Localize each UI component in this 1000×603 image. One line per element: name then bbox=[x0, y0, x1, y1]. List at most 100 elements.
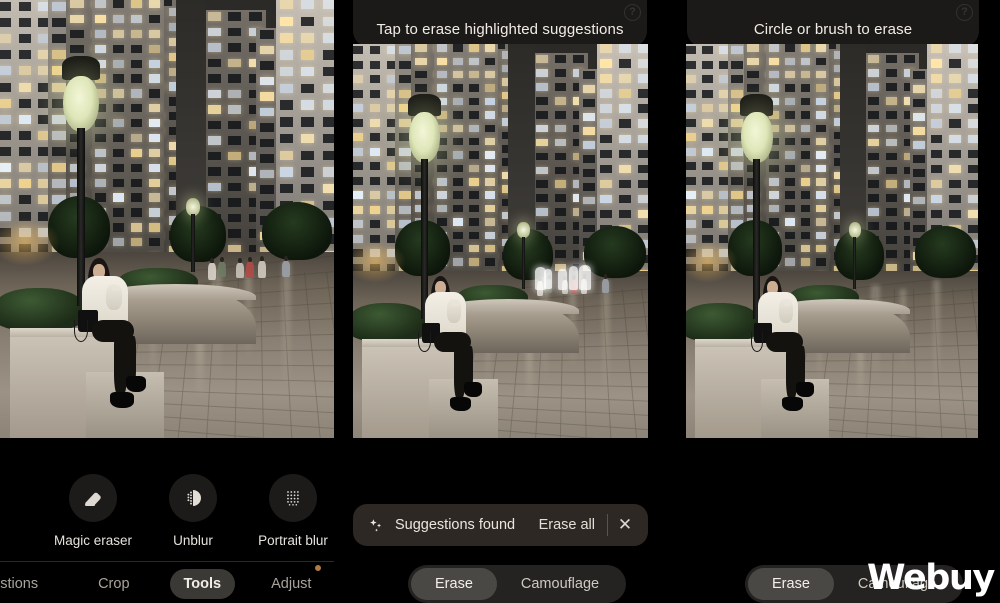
erase-suggestion-highlight[interactable] bbox=[568, 266, 579, 291]
tool-portrait-blur[interactable]: Portrait blur bbox=[258, 474, 328, 548]
window bbox=[113, 89, 125, 98]
tool-portrait-blur-circle[interactable] bbox=[269, 474, 317, 522]
window bbox=[600, 119, 612, 128]
window bbox=[279, 150, 294, 161]
window bbox=[51, 2, 66, 12]
window bbox=[369, 46, 381, 55]
window bbox=[301, 33, 315, 43]
window bbox=[800, 218, 811, 226]
close-icon[interactable]: ✕ bbox=[608, 504, 642, 546]
window bbox=[731, 60, 744, 69]
window bbox=[113, 193, 125, 202]
photo-preview-original[interactable] bbox=[0, 0, 334, 438]
erase-suggestion-highlight[interactable] bbox=[579, 265, 591, 291]
window bbox=[228, 74, 242, 83]
tool-unblur-circle[interactable] bbox=[169, 474, 217, 522]
tab-crop[interactable]: Crop bbox=[84, 569, 143, 599]
tab-crop-label: Crop bbox=[98, 576, 130, 592]
middle-panel: ? Tap to erase highlighted suggestions S… bbox=[340, 0, 660, 603]
window bbox=[637, 179, 648, 189]
tab-suggestions[interactable]: ggestions bbox=[0, 569, 52, 599]
window bbox=[453, 231, 463, 240]
window bbox=[437, 151, 447, 159]
window bbox=[554, 236, 567, 245]
erase-all-button[interactable]: Erase all bbox=[527, 517, 607, 533]
person-body bbox=[258, 261, 266, 278]
paving-line bbox=[913, 288, 922, 438]
window bbox=[0, 2, 12, 12]
window bbox=[228, 89, 242, 99]
photo-preview-suggestions[interactable] bbox=[353, 44, 648, 438]
window bbox=[637, 59, 648, 68]
window bbox=[149, 0, 161, 9]
window bbox=[784, 244, 795, 253]
tabbar-divider bbox=[0, 561, 334, 562]
window bbox=[207, 27, 221, 37]
lamp-globe bbox=[408, 112, 441, 163]
window bbox=[207, 58, 221, 68]
window bbox=[484, 124, 495, 132]
window bbox=[554, 82, 567, 91]
window bbox=[637, 74, 648, 83]
photo-preview-erased[interactable] bbox=[686, 44, 978, 438]
window bbox=[582, 126, 595, 135]
erase-suggestion-highlight[interactable] bbox=[557, 268, 567, 291]
window bbox=[784, 57, 795, 66]
storefront-glow bbox=[686, 240, 739, 284]
window bbox=[279, 83, 294, 94]
window bbox=[484, 137, 495, 146]
window bbox=[279, 0, 294, 10]
middle-mode-camouflage[interactable]: Camouflage bbox=[497, 568, 623, 600]
window bbox=[228, 151, 242, 161]
right-mode-erase[interactable]: Erase bbox=[748, 568, 834, 600]
window bbox=[131, 178, 143, 187]
window bbox=[95, 29, 107, 39]
window bbox=[913, 126, 926, 135]
window bbox=[131, 163, 143, 172]
tab-tools[interactable]: Tools bbox=[169, 569, 236, 599]
window bbox=[582, 168, 595, 177]
tool-magic-eraser-circle[interactable] bbox=[69, 474, 117, 522]
window bbox=[867, 180, 879, 189]
window bbox=[536, 110, 548, 119]
window bbox=[536, 180, 548, 189]
window bbox=[113, 0, 125, 9]
window bbox=[885, 152, 897, 161]
window bbox=[600, 134, 612, 143]
window bbox=[95, 119, 107, 128]
hedge bbox=[0, 288, 84, 330]
window bbox=[702, 147, 713, 156]
window bbox=[18, 147, 31, 157]
window bbox=[536, 124, 548, 133]
window bbox=[369, 75, 381, 84]
window bbox=[784, 218, 795, 226]
window bbox=[769, 178, 779, 186]
window bbox=[259, 107, 274, 117]
tool-magic-eraser[interactable]: Magic eraser bbox=[54, 474, 132, 548]
window bbox=[484, 164, 495, 173]
middle-mode-erase[interactable]: Erase bbox=[411, 568, 497, 600]
window bbox=[322, 100, 334, 110]
window bbox=[582, 85, 595, 93]
middle-hint-pill: Tap to erase highlighted suggestions bbox=[353, 0, 647, 47]
tool-unblur[interactable]: Unblur bbox=[162, 474, 224, 548]
window bbox=[731, 147, 744, 156]
window bbox=[437, 178, 447, 186]
window bbox=[702, 46, 713, 55]
window bbox=[0, 147, 12, 157]
window bbox=[637, 194, 648, 204]
window bbox=[468, 204, 479, 213]
window bbox=[600, 104, 612, 113]
adjust-badge-dot bbox=[315, 565, 322, 571]
hedge bbox=[686, 303, 760, 341]
window bbox=[149, 238, 161, 247]
window bbox=[149, 59, 161, 68]
window bbox=[353, 162, 364, 171]
erase-suggestion-highlight[interactable] bbox=[543, 268, 552, 289]
tools-row: Magic eraser Unblur Portrait blur bbox=[54, 474, 328, 548]
window bbox=[747, 84, 760, 92]
window bbox=[885, 82, 897, 91]
window bbox=[867, 124, 879, 133]
window bbox=[731, 75, 744, 84]
tab-adjust[interactable]: Adjust bbox=[257, 565, 325, 599]
